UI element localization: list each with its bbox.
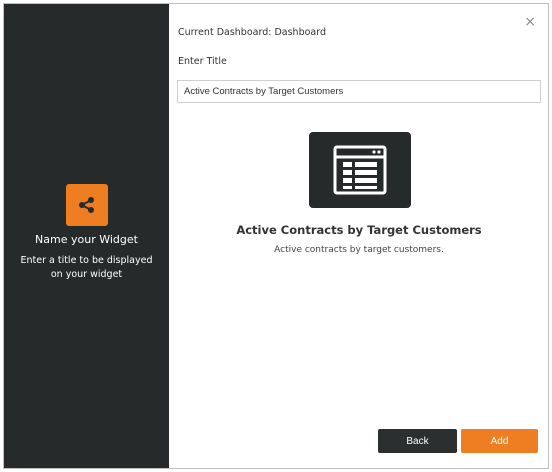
left-panel-title: Name your Widget — [35, 233, 138, 246]
left-panel-description: Enter a title to be displayed on your wi… — [20, 255, 153, 280]
widget-description: Active contracts by target customers. — [274, 245, 444, 255]
enter-title-label: Enter Title — [178, 56, 227, 67]
title-input[interactable] — [177, 80, 541, 103]
widget-name: Active Contracts by Target Customers — [236, 223, 482, 237]
current-dashboard-label: Current Dashboard: Dashboard — [178, 27, 327, 38]
left-panel: Name your Widget Enter a title to be dis… — [4, 4, 169, 468]
close-icon[interactable]: × — [524, 14, 536, 30]
add-widget-dialog: Name your Widget Enter a title to be dis… — [3, 3, 549, 469]
add-button[interactable]: Add — [461, 429, 538, 453]
table-widget-icon — [309, 132, 411, 208]
share-icon — [66, 184, 108, 226]
right-panel: × Current Dashboard: Dashboard Enter Tit… — [169, 4, 548, 468]
back-button[interactable]: Back — [378, 429, 457, 453]
